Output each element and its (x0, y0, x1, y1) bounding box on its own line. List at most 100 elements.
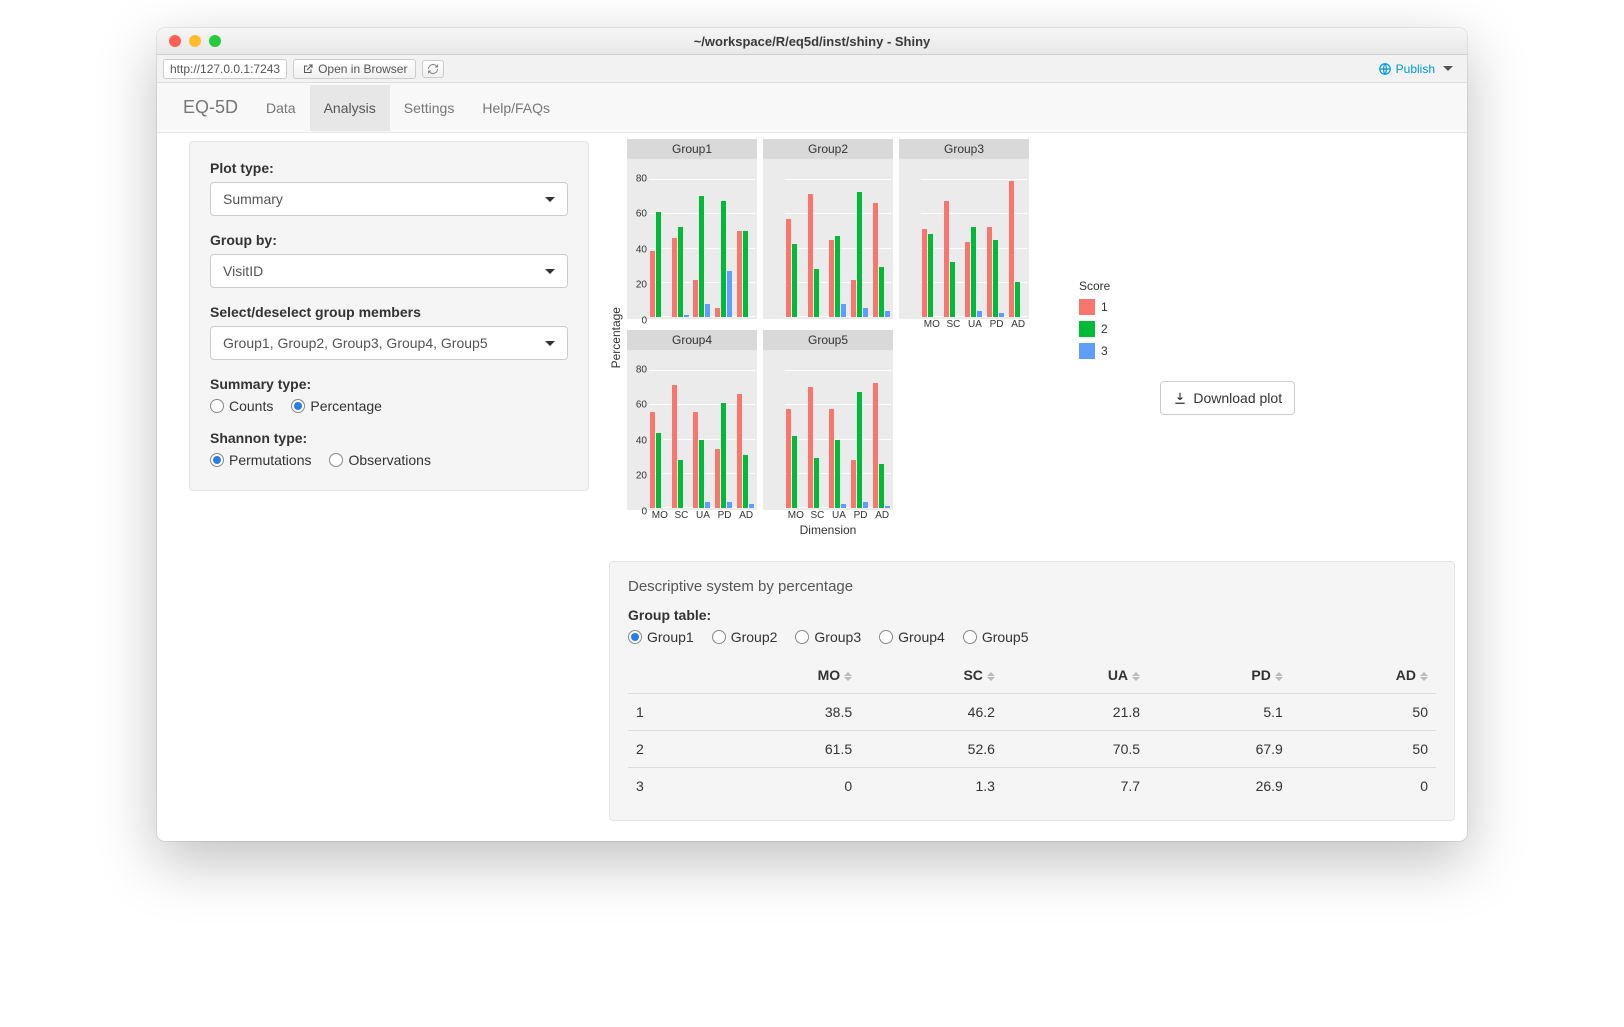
nav-tab-settings[interactable]: Settings (390, 85, 469, 131)
window-controls (169, 35, 221, 47)
bar (944, 201, 949, 317)
bar (743, 455, 748, 508)
facet-group2: Group2 (763, 139, 893, 330)
url-box[interactable]: http://127.0.0.1:7243 (163, 59, 287, 79)
table-row: 301.37.726.90 (628, 768, 1436, 805)
column-header-ad[interactable]: AD (1291, 657, 1436, 694)
bar (699, 440, 704, 508)
facet-grid: Group1020406080Group2Group3MOSCUAPDADGro… (627, 139, 1029, 521)
bar (928, 234, 933, 317)
group-members-label: Select/deselect group members (210, 304, 568, 320)
bar (715, 308, 720, 317)
bar (1009, 181, 1014, 317)
bar (792, 244, 797, 317)
bar (672, 238, 677, 317)
radio-icon (795, 630, 809, 644)
bar (857, 392, 862, 508)
summary-type-option-counts[interactable]: Counts (210, 398, 273, 414)
bar (721, 201, 726, 317)
open-in-browser-button[interactable]: Open in Browser (293, 59, 416, 79)
column-header-mo[interactable]: MO (708, 657, 860, 694)
bar (873, 203, 878, 317)
shannon-type-label: Shannon type: (210, 430, 568, 446)
table-row: 138.546.221.85.150 (628, 694, 1436, 731)
bar (737, 394, 742, 508)
column-header-ua[interactable]: UA (1003, 657, 1148, 694)
refresh-button[interactable] (422, 60, 444, 78)
group-table-option-group1[interactable]: Group1 (628, 629, 694, 645)
bar (678, 227, 683, 317)
bar (737, 231, 742, 317)
chart (899, 159, 1029, 319)
shannon-type-option-permutations[interactable]: Permutations (210, 452, 311, 468)
titlebar: ~/workspace/R/eq5d/inst/shiny - Shiny (157, 28, 1467, 55)
shannon-type-radio: Permutations Observations (210, 452, 568, 468)
facet-group1: Group1020406080 (627, 139, 757, 330)
group-table-option-group3[interactable]: Group3 (795, 629, 861, 645)
bar (999, 313, 1004, 317)
radio-icon (210, 453, 224, 467)
bar (950, 262, 955, 317)
legend-item-2: 2 (1079, 321, 1110, 337)
group-by-select[interactable]: VisitID (210, 254, 568, 288)
bar (678, 460, 683, 508)
bar (971, 227, 976, 317)
chart: 020406080 (627, 159, 757, 319)
window-title: ~/workspace/R/eq5d/inst/shiny - Shiny (157, 34, 1467, 49)
bar (1015, 282, 1020, 317)
column-header-sc[interactable]: SC (860, 657, 1003, 694)
bar (786, 219, 791, 317)
group-table-option-group5[interactable]: Group5 (963, 629, 1029, 645)
nav-tab-analysis[interactable]: Analysis (310, 85, 390, 131)
nav-tab-data[interactable]: Data (252, 85, 310, 131)
bar (835, 440, 840, 508)
publish-button[interactable]: Publish (1370, 62, 1461, 76)
download-icon (1173, 391, 1187, 405)
group-table-option-group2[interactable]: Group2 (712, 629, 778, 645)
bar (650, 251, 655, 317)
main-panel: Percentage Group1020406080Group2Group3MO… (609, 133, 1455, 821)
group-table-label: Group table: (628, 607, 1436, 623)
bar (841, 304, 846, 317)
fullscreen-window-button[interactable] (209, 35, 221, 47)
group-table-option-group4[interactable]: Group4 (879, 629, 945, 645)
close-window-button[interactable] (169, 35, 181, 47)
shannon-type-option-observations[interactable]: Observations (329, 452, 430, 468)
navbar-items: DataAnalysisSettingsHelp/FAQs (252, 85, 564, 131)
plot-type-select[interactable]: Summary (210, 182, 568, 216)
bar (993, 240, 998, 317)
facet-header: Group3 (899, 139, 1029, 159)
bar (715, 449, 720, 508)
bar (792, 436, 797, 508)
bar (808, 194, 813, 317)
bar (829, 409, 834, 508)
radio-icon (879, 630, 893, 644)
bar (857, 192, 862, 317)
bar (705, 502, 710, 509)
plot-type-label: Plot type: (210, 160, 568, 176)
facet-header: Group4 (627, 330, 757, 350)
summary-type-option-percentage[interactable]: Percentage (291, 398, 382, 414)
facet-header: Group2 (763, 139, 893, 159)
bar (885, 311, 890, 318)
chevron-down-icon (545, 197, 555, 202)
chart (763, 159, 893, 319)
bar (693, 280, 698, 317)
external-link-icon (302, 63, 314, 75)
bar (808, 387, 813, 508)
group-by-label: Group by: (210, 232, 568, 248)
chart (763, 350, 893, 510)
bar (684, 315, 689, 317)
bar (727, 502, 732, 509)
chart: 020406080 (627, 350, 757, 510)
radio-icon (963, 630, 977, 644)
bar (879, 267, 884, 317)
minimize-window-button[interactable] (189, 35, 201, 47)
summary-type-radio: Counts Percentage (210, 398, 568, 414)
download-plot-button[interactable]: Download plot (1160, 381, 1295, 415)
bar (987, 227, 992, 317)
group-members-select[interactable]: Group1, Group2, Group3, Group4, Group5 (210, 326, 568, 360)
bar (829, 240, 834, 317)
nav-tab-help-faqs[interactable]: Help/FAQs (468, 85, 564, 131)
column-header-pd[interactable]: PD (1148, 657, 1291, 694)
